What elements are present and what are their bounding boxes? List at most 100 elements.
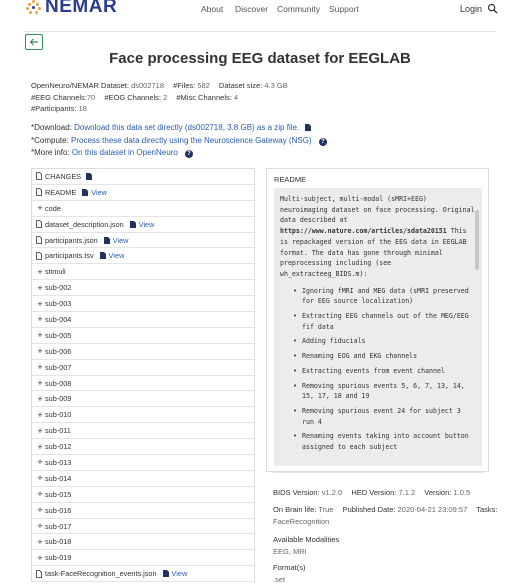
help-icon[interactable]: ? xyxy=(185,150,193,158)
tree-folder-row[interactable]: + sub-016 xyxy=(32,503,254,519)
plus-icon[interactable]: + xyxy=(36,410,44,419)
plus-icon[interactable]: + xyxy=(36,474,44,483)
tree-folder-row[interactable]: + sub-019 xyxy=(32,550,254,567)
tree-item-label: sub-018 xyxy=(45,537,72,547)
openneuro-link[interactable]: On this dataset in OpenNeuro xyxy=(72,148,178,157)
tree-item-label: sub-006 xyxy=(45,346,72,356)
document-icon xyxy=(103,236,110,244)
plus-icon[interactable]: + xyxy=(36,458,44,467)
readme-list-item: Renaming EOG and EKG channels xyxy=(293,351,476,362)
download-line: *Download: Download this data set direct… xyxy=(31,123,312,132)
tree-item-label: sub-004 xyxy=(45,314,72,324)
plus-icon[interactable]: + xyxy=(36,553,44,562)
nemar-logo[interactable]: NEMAR xyxy=(26,0,117,18)
plus-icon[interactable]: + xyxy=(36,506,44,515)
tree-folder-row[interactable]: + sub-014 xyxy=(32,471,254,487)
tasks-value: FaceRecognition xyxy=(273,517,330,526)
tree-folder-row[interactable]: + sub-010 xyxy=(32,407,254,424)
tree-folder-row[interactable]: + sub-003 xyxy=(32,296,254,313)
plus-icon[interactable]: + xyxy=(36,379,44,388)
view-link[interactable]: View xyxy=(82,188,107,197)
back-arrow-icon xyxy=(29,38,38,46)
plus-icon[interactable]: + xyxy=(36,267,44,276)
more-info-line: *More info: On this dataset in OpenNeuro… xyxy=(31,148,193,158)
top-nav: NEMAR About Discover Community Support L… xyxy=(0,0,520,22)
tree-item-label: sub-008 xyxy=(45,378,72,388)
logo-text: NEMAR xyxy=(45,0,118,17)
plus-icon[interactable]: + xyxy=(36,490,44,499)
readme-content[interactable]: Multi-subject, multi-modal (sMRI+EEG) ne… xyxy=(274,188,482,466)
plus-icon[interactable]: + xyxy=(36,299,44,308)
brainlife-info: On Brain life: True Published Date: 2020… xyxy=(273,505,498,514)
document-icon xyxy=(86,172,93,180)
tree-folder-row[interactable]: + sub-012 xyxy=(32,439,254,456)
tree-folder-row[interactable]: + sub-011 xyxy=(32,423,254,440)
nav-support[interactable]: Support xyxy=(329,4,359,14)
readme-list-item: Adding fiducials xyxy=(293,336,476,347)
tree-folder-row[interactable]: + sub-015 xyxy=(32,487,254,503)
document-icon[interactable] xyxy=(305,124,312,131)
tree-file-row[interactable]: dataset_description.json View xyxy=(32,217,254,233)
plus-icon[interactable]: + xyxy=(36,442,44,451)
tree-folder-row[interactable]: + sub-008 xyxy=(32,376,254,392)
tree-folder-row[interactable]: + sub-004 xyxy=(32,312,254,328)
view-link[interactable]: View xyxy=(162,569,187,578)
dataset-meta-row-3: #Participants: 18 xyxy=(31,104,87,113)
plus-icon[interactable]: + xyxy=(36,315,44,324)
tree-item-label: sub-019 xyxy=(45,553,72,563)
document-icon[interactable] xyxy=(86,172,93,180)
nav-about[interactable]: About xyxy=(201,4,223,14)
search-icon[interactable] xyxy=(487,3,498,14)
tree-folder-row[interactable]: + sub-009 xyxy=(32,391,254,408)
tree-folder-row[interactable]: + sub-017 xyxy=(32,519,254,535)
plus-icon[interactable]: + xyxy=(36,283,44,292)
tree-item-label: README xyxy=(45,187,77,197)
help-icon[interactable]: ? xyxy=(318,138,327,146)
view-link[interactable]: View xyxy=(99,251,124,260)
nav-discover[interactable]: Discover xyxy=(235,4,268,14)
download-link[interactable]: Download this data set directly (ds00271… xyxy=(74,123,299,132)
view-link[interactable]: View xyxy=(129,220,154,229)
document-icon xyxy=(162,570,169,578)
tree-file-row[interactable]: participants.tsv View xyxy=(32,248,254,265)
view-link[interactable]: View xyxy=(103,236,128,245)
document-icon xyxy=(129,220,136,228)
tree-folder-row[interactable]: + sub-002 xyxy=(32,280,254,297)
document-icon xyxy=(82,188,89,196)
plus-icon[interactable]: + xyxy=(36,331,44,340)
tree-item-label: code xyxy=(45,203,61,213)
tree-file-row[interactable]: participants.json View xyxy=(32,233,254,249)
tree-folder-row[interactable]: + sub-006 xyxy=(32,344,254,360)
readme-list-item: Removing spurious event 24 for subject 3… xyxy=(293,406,476,427)
tree-item-label: participants.tsv xyxy=(45,251,94,261)
tree-item-label: CHANGES xyxy=(45,171,82,181)
plus-icon[interactable]: + xyxy=(36,426,44,435)
tree-file-row[interactable]: README View xyxy=(32,185,254,201)
plus-icon[interactable]: + xyxy=(36,204,44,213)
compute-link[interactable]: Process these data directly using the Ne… xyxy=(71,136,312,145)
tree-folder-row[interactable]: + sub-013 xyxy=(32,455,254,471)
tree-file-row[interactable]: CHANGES xyxy=(32,169,254,185)
login-link[interactable]: Login xyxy=(460,4,482,14)
plus-icon[interactable]: + xyxy=(36,363,44,372)
readme-list-item: Extracting events from event channel xyxy=(293,366,476,377)
readme-url[interactable]: https://www.nature.com/articles/sdata201… xyxy=(280,227,447,235)
back-button[interactable] xyxy=(25,34,43,50)
readme-scrollbar[interactable] xyxy=(475,210,479,270)
plus-icon[interactable]: + xyxy=(36,394,44,403)
tree-folder-row[interactable]: + sub-007 xyxy=(32,360,254,376)
plus-icon[interactable]: + xyxy=(36,537,44,546)
file-icon xyxy=(36,172,42,181)
plus-icon[interactable]: + xyxy=(36,347,44,356)
tree-folder-row[interactable]: + code xyxy=(32,201,254,217)
tree-file-row[interactable]: task-FaceRecognition_events.json View xyxy=(32,566,254,583)
logo-dots-icon xyxy=(26,0,42,15)
divider xyxy=(273,472,483,473)
tree-item-label: sub-005 xyxy=(45,330,72,340)
tree-folder-row[interactable]: + stimuli xyxy=(32,264,254,281)
formats-info: Format(s) .set xyxy=(273,563,306,584)
tree-folder-row[interactable]: + sub-018 xyxy=(32,534,254,551)
nav-community[interactable]: Community xyxy=(277,4,320,14)
tree-folder-row[interactable]: + sub-005 xyxy=(32,328,254,344)
plus-icon[interactable]: + xyxy=(36,522,44,531)
